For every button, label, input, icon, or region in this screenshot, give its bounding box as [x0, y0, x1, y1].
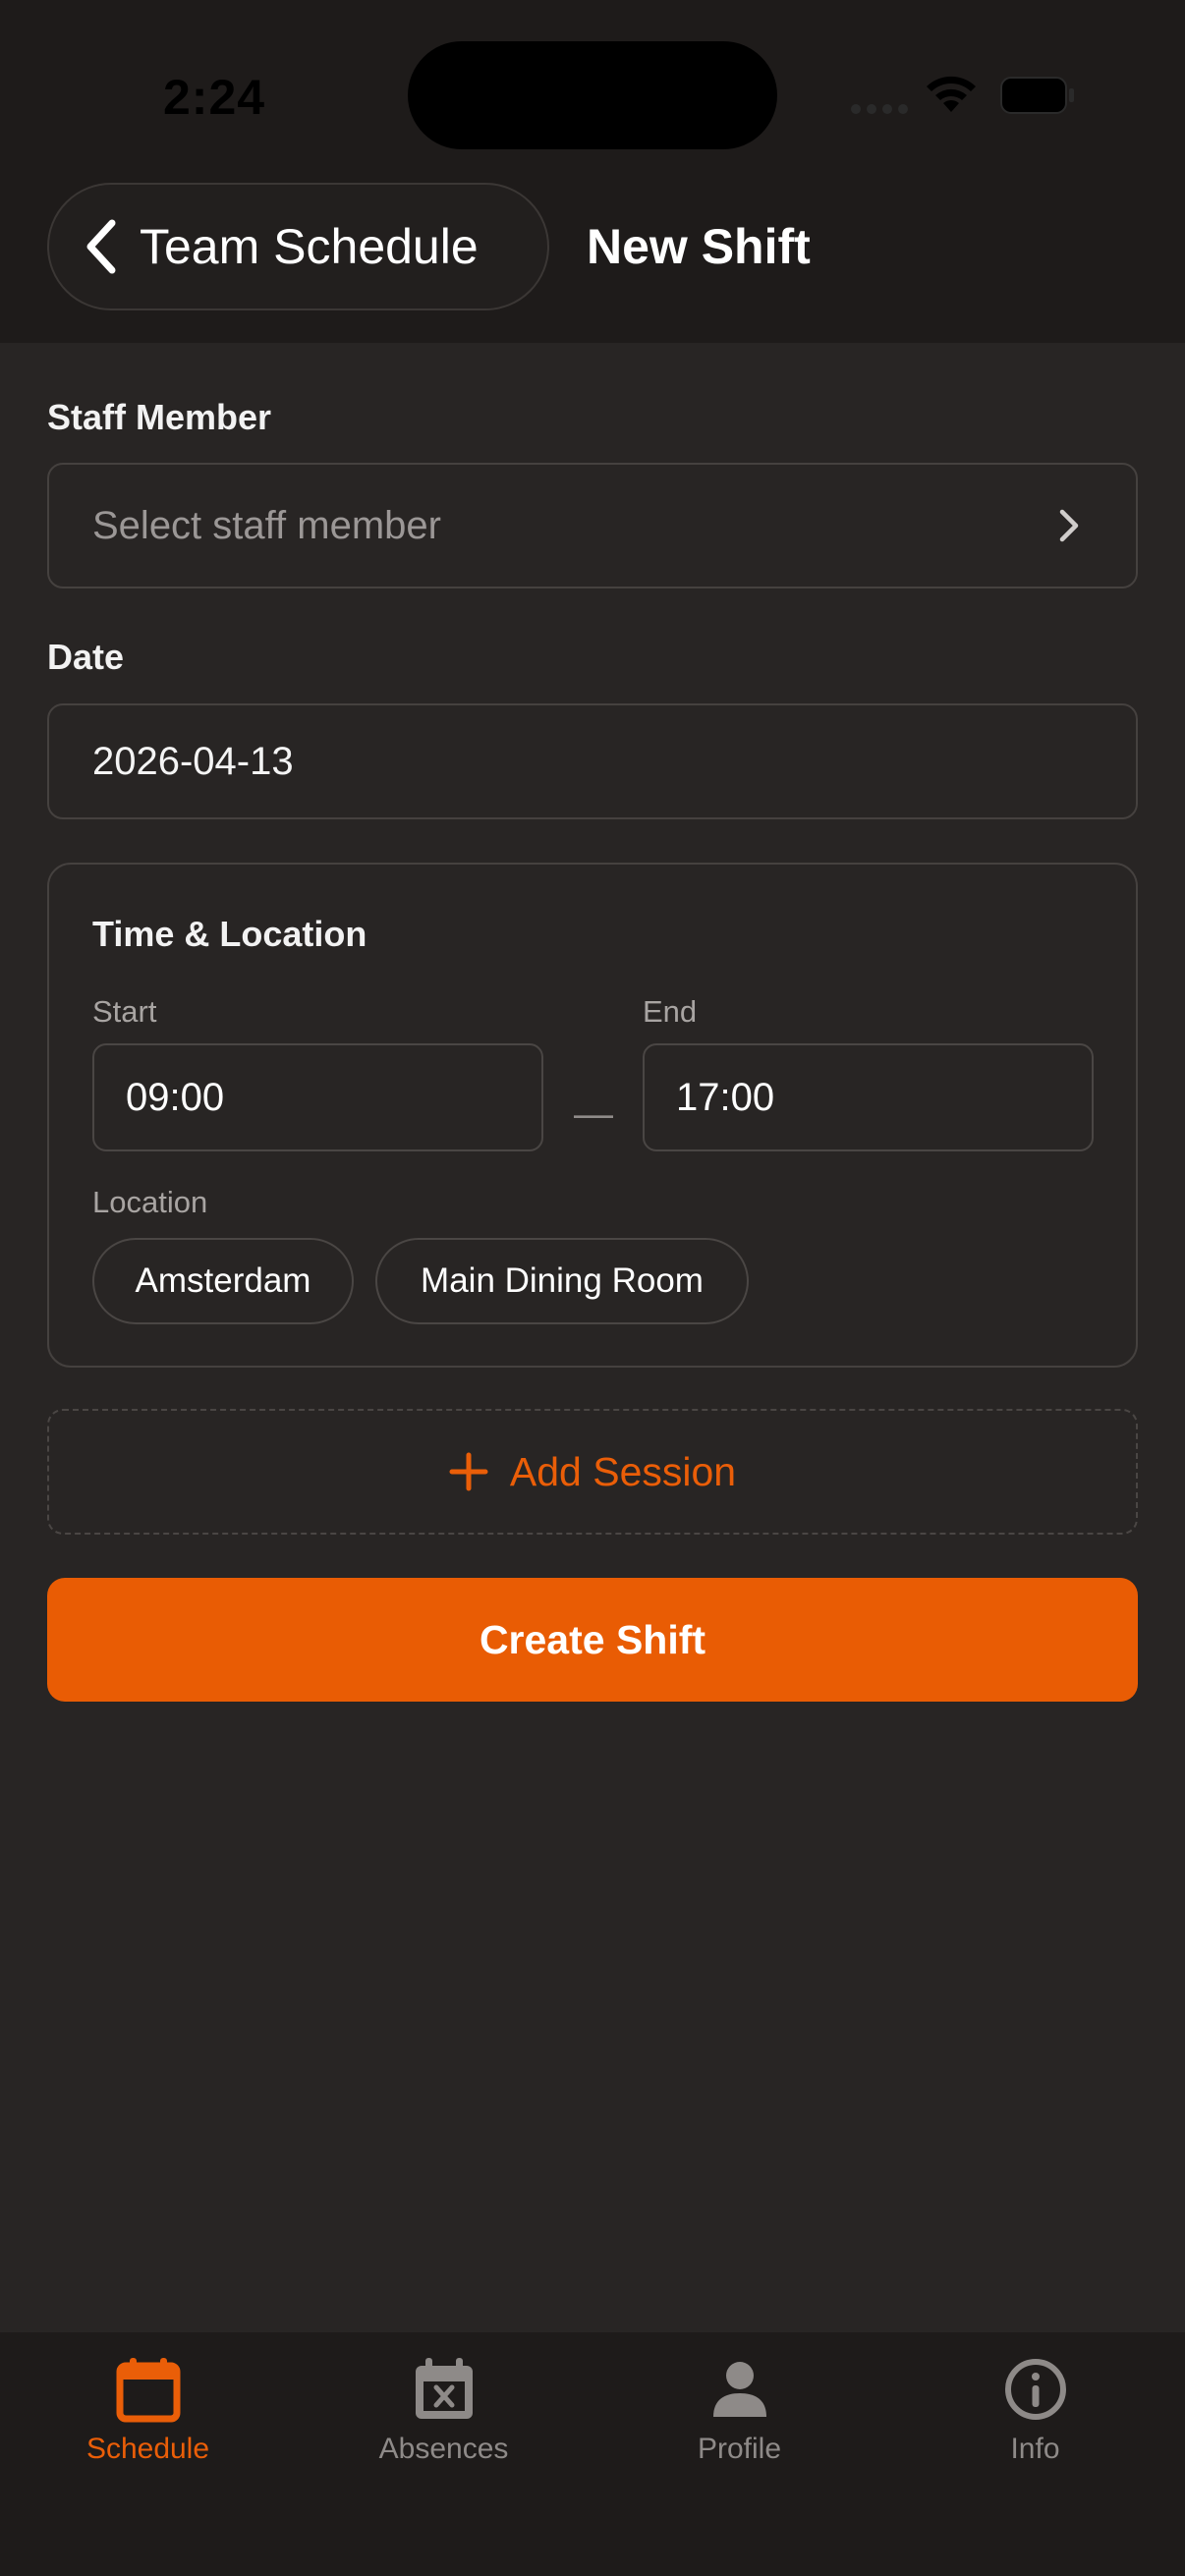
date-value: 2026-04-13 [92, 739, 294, 783]
wifi-icon [927, 76, 976, 112]
location-chip-label: Main Dining Room [421, 1261, 704, 1300]
time-separator: — [574, 1092, 613, 1136]
signal-icon [851, 104, 908, 114]
add-session-button[interactable]: Add Session [47, 1409, 1138, 1535]
end-label: End [643, 994, 698, 1029]
staff-member-label: Staff Member [47, 397, 272, 437]
start-label: Start [92, 994, 157, 1029]
chevron-left-icon [86, 219, 116, 274]
add-session-label: Add Session [509, 1448, 737, 1494]
tab-info[interactable]: Info [887, 2332, 1183, 2499]
time-location-title: Time & Location [92, 914, 367, 954]
end-time-value: 17:00 [676, 1075, 775, 1119]
tab-bar: Schedule Absences Profile Info [0, 2332, 1185, 2576]
page-title: New Shift [587, 219, 811, 274]
create-shift-button[interactable]: Create Shift [47, 1578, 1138, 1702]
date-label: Date [47, 637, 125, 677]
create-shift-label: Create Shift [479, 1616, 706, 1662]
tab-label: Info [1010, 2433, 1060, 2465]
status-time: 2:24 [163, 70, 266, 125]
time-location-card: Time & Location Start End 09:00 — 17:00 … [47, 863, 1138, 1368]
calendar-x-icon [415, 2358, 473, 2419]
tab-label: Schedule [85, 2433, 210, 2465]
location-chip-amsterdam[interactable]: Amsterdam [92, 1238, 354, 1324]
chevron-right-icon [1059, 509, 1079, 542]
info-icon [1004, 2359, 1066, 2420]
location-chip-main-dining-room[interactable]: Main Dining Room [375, 1238, 749, 1324]
location-label: Location [92, 1185, 208, 1219]
dynamic-island [408, 41, 777, 149]
date-field[interactable]: 2026-04-13 [47, 703, 1138, 819]
back-button[interactable]: Team Schedule [47, 183, 549, 310]
plus-icon [449, 1452, 488, 1491]
tab-profile[interactable]: Profile [592, 2332, 887, 2499]
tab-label: Absences [378, 2433, 509, 2465]
start-time-value: 09:00 [126, 1075, 225, 1119]
back-button-label: Team Schedule [140, 219, 479, 274]
tab-absences[interactable]: Absences [296, 2332, 592, 2499]
end-time-field[interactable]: 17:00 [643, 1043, 1094, 1151]
tab-schedule[interactable]: Schedule [0, 2332, 296, 2499]
start-time-field[interactable]: 09:00 [92, 1043, 543, 1151]
tab-label: Profile [697, 2433, 782, 2465]
calendar-icon [116, 2358, 180, 2423]
battery-icon [1000, 77, 1074, 114]
person-icon [712, 2362, 766, 2417]
staff-member-placeholder: Select staff member [92, 503, 441, 547]
location-chip-label: Amsterdam [135, 1261, 311, 1300]
staff-member-select[interactable]: Select staff member [47, 463, 1138, 588]
